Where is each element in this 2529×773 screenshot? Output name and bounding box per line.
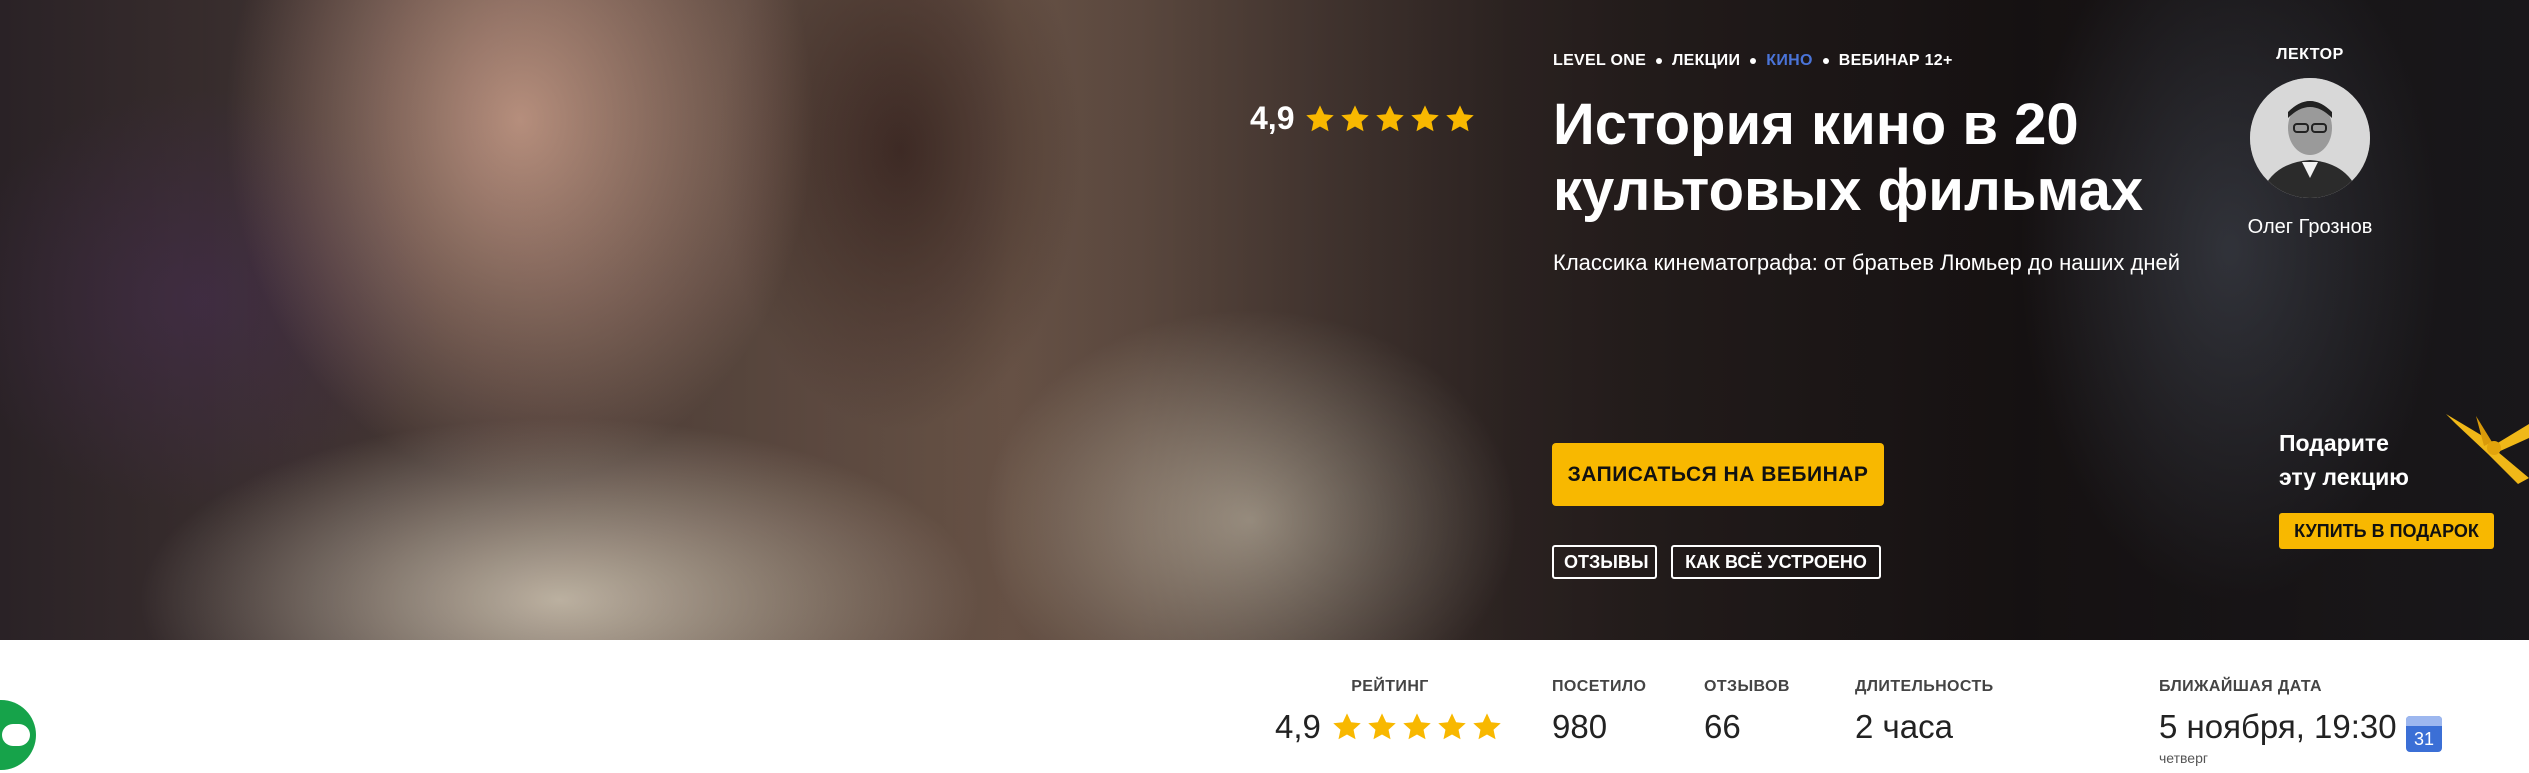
breadcrumb-webinar[interactable]: ВЕБИНАР 12+: [1839, 52, 1953, 70]
lecturer-avatar[interactable]: [2250, 78, 2370, 198]
stat-visited-label: ПОСЕТИЛО: [1552, 678, 1647, 695]
how-it-works-button[interactable]: КАК ВСЁ УСТРОЕНО: [1671, 545, 1881, 579]
hero-rating-stars: [1304, 103, 1476, 135]
stat-rating: РЕЙТИНГ 4,9: [1275, 678, 1505, 746]
calendar-icon-header: [2406, 716, 2442, 726]
star-icon: [1401, 711, 1433, 743]
hero-banner: LEVEL ONE ЛЕКЦИИ КИНО ВЕБИНАР 12+ 4,9 Ис…: [0, 0, 2529, 640]
reviews-link-button[interactable]: ОТЗЫВЫ: [1552, 545, 1657, 579]
breadcrumb-separator: [1822, 58, 1829, 64]
hero-rating-value: 4,9: [1250, 100, 1295, 136]
star-icon: [1374, 103, 1406, 135]
stat-visited: ПОСЕТИЛО 980: [1552, 678, 1646, 746]
stat-next-date-label: БЛИЖАЙШАЯ ДАТА: [2159, 678, 2322, 695]
stat-rating-value: 4,9: [1275, 708, 1321, 745]
stat-rating-label: РЕЙТИНГ: [1351, 678, 1429, 695]
star-icon: [1366, 711, 1398, 743]
page-subtitle: Классика кинематографа: от братьев Люмье…: [1553, 250, 2181, 275]
stat-next-date-value: 5 ноября, 19:30: [2159, 708, 2397, 745]
stats-bar: РЕЙТИНГ 4,9 ПОСЕТИЛО 980 ОТЗЫВОВ 66 ДЛИТ…: [0, 640, 2529, 773]
calendar-icon[interactable]: 31: [2406, 716, 2442, 752]
gift-line-2: эту лекцию: [2279, 464, 2409, 490]
hero-rating: 4,9: [1250, 100, 1476, 137]
stat-rating-row: 4,9: [1275, 708, 1505, 746]
stat-duration-value: 2 часа: [1855, 708, 1953, 745]
lecturer-label: ЛЕКТОР: [2276, 46, 2344, 63]
breadcrumb-lectures[interactable]: ЛЕКЦИИ: [1672, 52, 1740, 70]
star-icon: [1331, 711, 1363, 743]
star-icon: [1471, 711, 1503, 743]
breadcrumb: LEVEL ONE ЛЕКЦИИ КИНО ВЕБИНАР 12+: [1553, 52, 1953, 70]
star-icon: [1444, 103, 1476, 135]
breadcrumb-cinema[interactable]: КИНО: [1766, 52, 1812, 70]
star-icon: [1304, 103, 1336, 135]
lecturer-name[interactable]: Олег Грознов: [2220, 216, 2400, 239]
signup-webinar-button[interactable]: ЗАПИСАТЬСЯ НА ВЕБИНАР: [1552, 443, 1884, 506]
stat-reviews-value: 66: [1704, 708, 1741, 745]
star-icon: [1409, 103, 1441, 135]
stat-rating-stars: [1331, 711, 1503, 743]
stat-duration-label: ДЛИТЕЛЬНОСТЬ: [1855, 678, 1994, 695]
breadcrumb-level-one[interactable]: LEVEL ONE: [1553, 52, 1646, 70]
chat-icon: [2, 724, 30, 746]
breadcrumb-separator: [1750, 58, 1757, 64]
page-title: История кино в 20 культовых фильмах: [1553, 92, 2144, 223]
stat-reviews: ОТЗЫВОВ 66: [1704, 678, 1790, 746]
gift-block: Подарите эту лекцию: [2279, 426, 2409, 494]
lecturer-card[interactable]: ЛЕКТОР Олег Грознов: [2248, 46, 2373, 239]
buy-as-gift-button[interactable]: КУПИТЬ В ПОДАРОК: [2279, 513, 2494, 549]
gift-ribbon-icon: [2446, 414, 2529, 484]
calendar-icon-day: 31: [2413, 729, 2435, 749]
stat-next-date-weekday: четверг: [2159, 750, 2208, 766]
stat-next-date: БЛИЖАЙШАЯ ДАТА 5 ноября, 19:30 четверг: [2159, 678, 2397, 766]
stat-visited-value: 980: [1552, 708, 1608, 745]
star-icon: [1436, 711, 1468, 743]
star-icon: [1339, 103, 1371, 135]
gift-line-1: Подарите: [2279, 430, 2389, 456]
stat-duration: ДЛИТЕЛЬНОСТЬ 2 часа: [1855, 678, 1994, 746]
breadcrumb-separator: [1656, 58, 1663, 64]
stat-reviews-label: ОТЗЫВОВ: [1704, 678, 1790, 695]
